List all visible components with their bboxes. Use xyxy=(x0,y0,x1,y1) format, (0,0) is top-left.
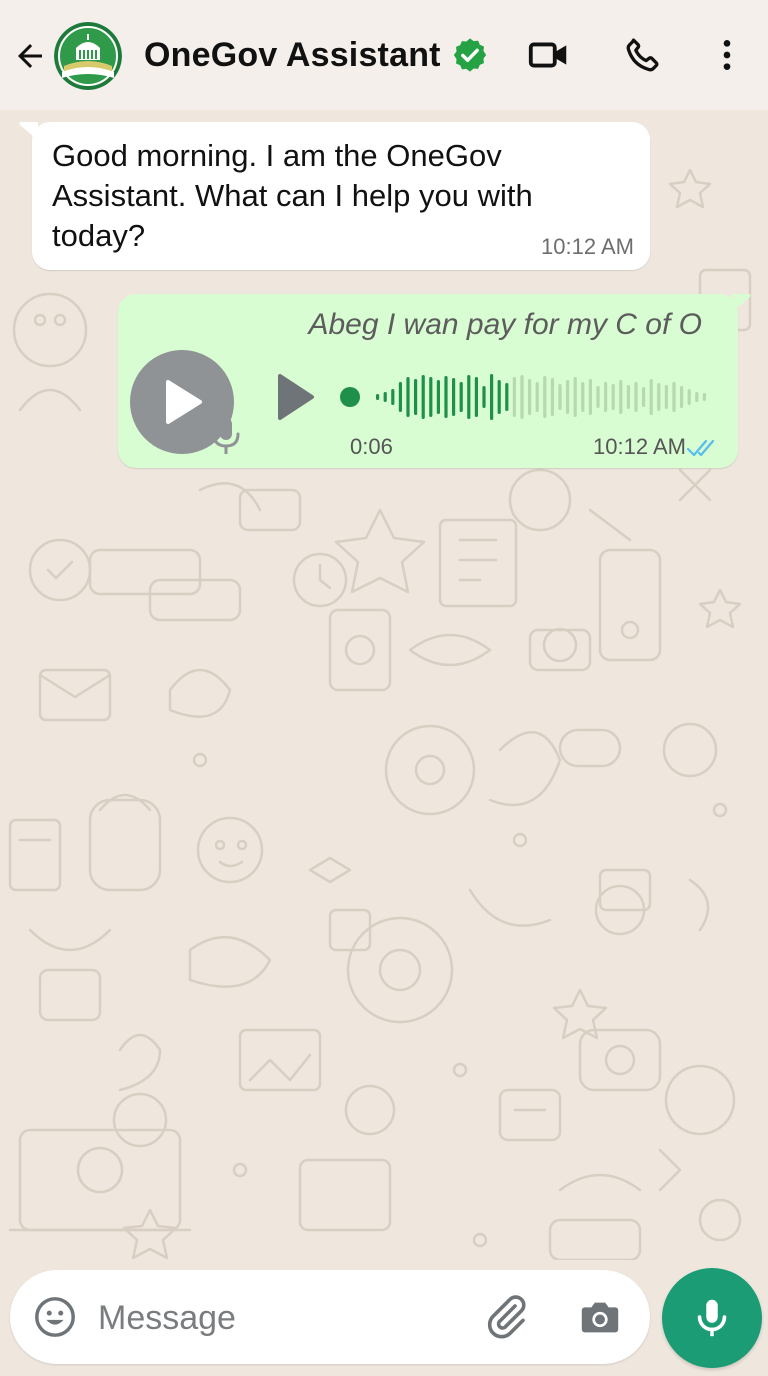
waveform-progress-dot[interactable] xyxy=(340,387,360,407)
waveform-bar xyxy=(497,380,501,414)
more-vertical-icon xyxy=(723,40,731,70)
waveform-bar xyxy=(664,385,668,409)
voice-call-button[interactable] xyxy=(618,30,668,80)
waveform-bar xyxy=(573,377,577,417)
phone-icon xyxy=(626,38,659,72)
waveform-bar xyxy=(459,382,463,412)
waveform-bar xyxy=(657,383,661,411)
waveform-bar xyxy=(702,393,706,401)
chat-header: OneGov Assistant xyxy=(0,0,768,110)
chat-area[interactable]: Good morning. I am the OneGov Assistant.… xyxy=(0,110,768,1260)
outgoing-voice-message-bubble[interactable]: Abeg I wan pay for my C of O 0:06 10:12 … xyxy=(118,294,751,468)
waveform-bar xyxy=(383,392,387,402)
contact-info[interactable]: OneGov Assistant xyxy=(144,30,489,80)
waveform-bar xyxy=(520,375,524,419)
chat-wallpaper xyxy=(8,168,752,1260)
waveform-bar xyxy=(429,377,433,417)
voice-waveform[interactable] xyxy=(340,364,712,430)
double-check-icon xyxy=(686,439,715,457)
waveform-bar xyxy=(512,377,516,417)
waveform-bar xyxy=(550,378,554,416)
arrow-left-icon xyxy=(18,44,42,68)
waveform-bar xyxy=(672,382,676,412)
incoming-message-text: Good morning. I am the OneGov Assistant.… xyxy=(52,138,533,253)
waveform-bar xyxy=(528,379,532,415)
voice-record-button[interactable] xyxy=(662,1268,762,1368)
incoming-message-bubble[interactable]: Good morning. I am the OneGov Assistant.… xyxy=(19,122,650,270)
waveform-bar xyxy=(634,382,638,412)
mic-icon xyxy=(697,1299,727,1337)
incoming-message-time: 10:12 AM xyxy=(541,234,634,259)
contact-name: OneGov Assistant xyxy=(144,35,441,74)
waveform-bar xyxy=(391,389,395,405)
waveform-bar xyxy=(680,386,684,408)
camera-icon[interactable] xyxy=(576,1294,624,1340)
paperclip-icon[interactable] xyxy=(482,1292,530,1342)
voice-message-caption: Abeg I wan pay for my C of O xyxy=(308,308,702,341)
back-button[interactable] xyxy=(8,34,52,78)
waveform-bar xyxy=(687,389,691,405)
waveform-bar xyxy=(436,380,440,414)
waveform-bar xyxy=(505,383,509,411)
outgoing-message-time: 10:12 AM xyxy=(593,434,686,459)
bubble-tail xyxy=(732,294,751,312)
contact-avatar[interactable] xyxy=(54,22,122,90)
waveform-bar xyxy=(588,379,592,415)
waveform-bar xyxy=(581,382,585,412)
message-composer xyxy=(10,1270,650,1364)
waveform-bar xyxy=(376,394,380,400)
video-call-button[interactable] xyxy=(524,30,574,80)
waveform-bar xyxy=(421,375,425,419)
waveform-bar xyxy=(543,376,547,418)
waveform-bar xyxy=(695,392,699,402)
waveform-bar xyxy=(626,385,630,409)
waveform-bar xyxy=(444,376,448,418)
waveform-bar xyxy=(642,387,646,407)
more-options-button[interactable] xyxy=(702,30,752,80)
voice-play-button[interactable] xyxy=(274,370,318,424)
waveform-bar xyxy=(649,379,653,415)
waveform-bar xyxy=(474,377,478,417)
waveform-bar xyxy=(406,377,410,417)
waveform-bar xyxy=(619,380,623,414)
voice-duration: 0:06 xyxy=(350,434,393,459)
waveform-bar xyxy=(611,384,615,410)
mic-badge-icon xyxy=(212,418,240,454)
waveform-bar xyxy=(535,382,539,412)
waveform-bar xyxy=(482,386,486,408)
waveform-bar xyxy=(566,380,570,414)
waveform-bar xyxy=(414,379,418,415)
bubble-tail xyxy=(19,122,38,140)
waveform-bar xyxy=(467,375,471,419)
verified-badge-icon xyxy=(453,38,486,72)
waveform-bar xyxy=(398,382,402,412)
play-icon xyxy=(166,380,202,424)
waveform-bar xyxy=(452,378,456,416)
emoji-icon[interactable] xyxy=(32,1294,78,1340)
video-call-icon xyxy=(528,42,567,68)
waveform-bar xyxy=(604,382,608,412)
waveform-bar xyxy=(596,386,600,408)
waveform-bar xyxy=(558,384,562,410)
message-input[interactable] xyxy=(98,1290,458,1346)
waveform-bar xyxy=(490,374,494,420)
